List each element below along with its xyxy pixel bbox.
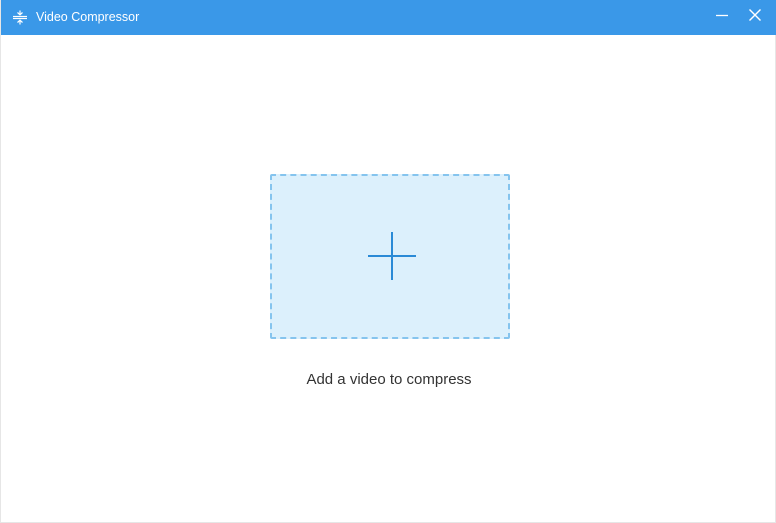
close-icon — [748, 8, 762, 27]
plus-icon — [367, 231, 417, 281]
compress-icon — [12, 10, 28, 25]
add-video-hint: Add a video to compress — [306, 371, 472, 388]
title-bar[interactable]: Video Compressor — [1, 0, 776, 35]
minimize-icon — [715, 8, 729, 27]
close-button[interactable] — [743, 6, 767, 28]
add-video-dropzone[interactable] — [270, 174, 510, 339]
app-window: Video Compressor Add a video to compress — [0, 0, 776, 523]
minimize-button[interactable] — [710, 6, 734, 28]
window-title: Video Compressor — [36, 10, 140, 24]
